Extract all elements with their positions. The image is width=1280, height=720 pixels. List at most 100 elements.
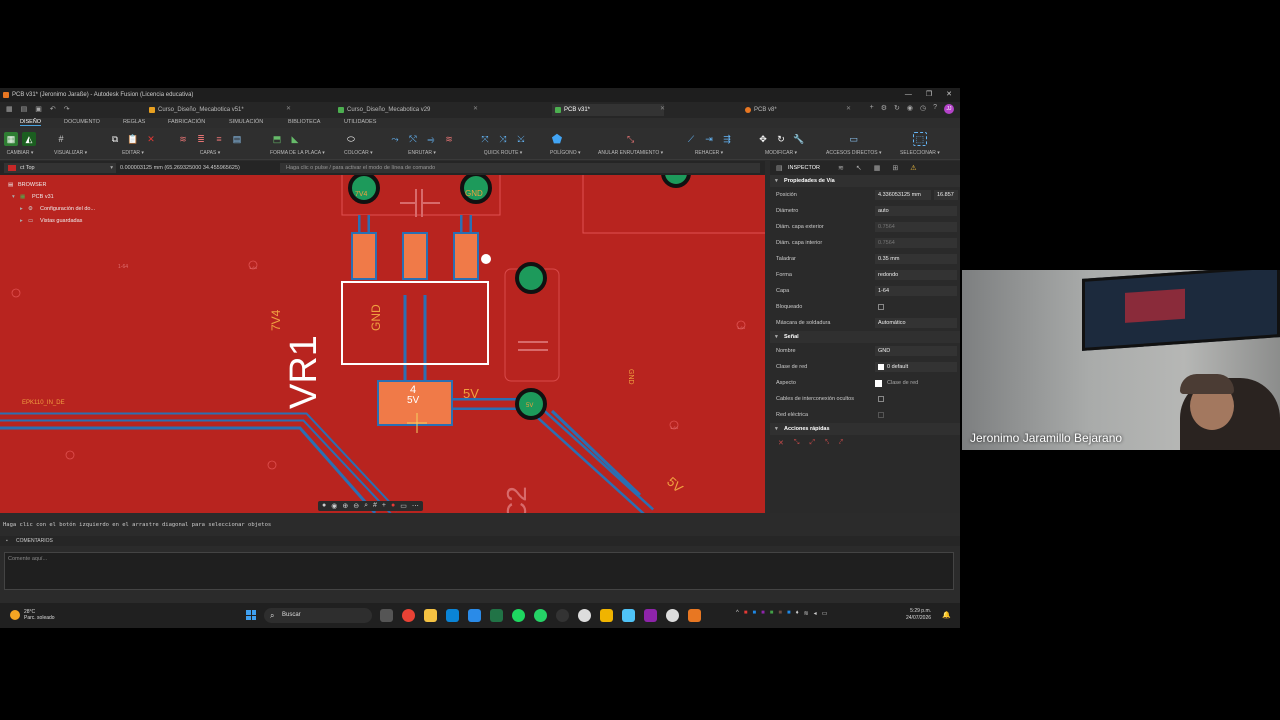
save-icon[interactable]: ▣ (35, 105, 42, 113)
locked-checkbox[interactable] (878, 303, 884, 310)
ribbon-tab-diseno[interactable]: DISEÑO (20, 119, 42, 126)
net-class-select[interactable]: 0 default (875, 362, 957, 372)
zoom-out-icon[interactable]: ⊖ (353, 502, 359, 510)
file-icon[interactable]: ▤ (21, 105, 28, 113)
shortcuts-icon[interactable]: ▭ (847, 132, 861, 146)
tray-app-icon[interactable]: ■ (744, 610, 748, 617)
board-outline-icon[interactable]: ◣ (288, 132, 302, 146)
section-signal[interactable]: Señal (770, 331, 960, 343)
layer-stack-icon[interactable]: ≣ (194, 132, 208, 146)
warning-icon[interactable]: ⚠ (910, 164, 916, 172)
close-tab-icon[interactable]: ✕ (473, 105, 478, 112)
tray-app-icon[interactable]: ■ (761, 610, 765, 617)
select-window-icon[interactable]: ⬚ (912, 132, 927, 146)
diff-pair-icon[interactable]: ⥤ (424, 132, 438, 146)
orbit-icon[interactable]: ● (322, 502, 326, 510)
wrench-icon[interactable]: 🔧 (792, 132, 806, 146)
doc-tab-4[interactable]: PCB v8* (742, 104, 777, 116)
close-tab-icon[interactable]: ✕ (660, 105, 665, 112)
fanout-icon[interactable]: ⤲ (406, 132, 420, 146)
doc-tab-3[interactable]: PCB v31* (552, 104, 664, 116)
stop-icon[interactable]: ● (391, 502, 395, 510)
tray-app-icon[interactable]: ■ (752, 610, 756, 617)
more-icon[interactable]: ⋯ (412, 502, 419, 510)
fusion-taskbar-icon[interactable] (688, 609, 701, 622)
action-icon[interactable]: ⤡ (794, 439, 800, 447)
help-icon[interactable]: ? (933, 104, 937, 114)
shape-select[interactable]: redondo (875, 270, 957, 280)
meander-icon[interactable]: ≋ (442, 132, 456, 146)
clock-icon[interactable]: ◷ (920, 104, 926, 114)
signal-name-field[interactable]: GND (875, 346, 957, 356)
quick-route-icon[interactable]: ⤧ (478, 132, 492, 146)
browser-item-config[interactable]: ▸ ⚙ Configuración del do... (2, 203, 112, 215)
group-seleccionar[interactable]: ⬚ SELECCIONAR ▾ (900, 130, 940, 158)
group-accesos-directos[interactable]: ▭ ACCESOS DIRECTOS ▾ (826, 130, 881, 158)
taskbar-search[interactable]: Buscar (264, 608, 372, 623)
select-filter-icon[interactable]: ↖ (856, 164, 862, 172)
group-quick-route[interactable]: ⤧ ⤨ ⤩ QUICK ROUTE ▾ (478, 130, 528, 158)
ribbon-tab-simulacion[interactable]: SIMULACIÓN (229, 119, 263, 125)
outlook-icon[interactable] (446, 609, 459, 622)
section-quick-actions[interactable]: Acciones rápidas (770, 423, 960, 435)
move-icon[interactable]: ✥ (756, 132, 770, 146)
group-visualizar[interactable]: # VISUALIZAR ▾ (54, 130, 87, 158)
polygon-icon[interactable]: ⬟ (550, 132, 564, 146)
pcb-canvas[interactable]: VR1 C2 5V 5V 7V4 GND EPK110_IN_DE 4 5V 7… (0, 175, 765, 513)
look-icon[interactable]: ◉ (331, 502, 337, 510)
grid-menu-icon[interactable]: ▦ (6, 105, 13, 113)
wifi-icon[interactable]: ≋ (804, 610, 809, 617)
close-icon[interactable]: ✕ (946, 88, 952, 102)
via-gnd-2[interactable] (515, 262, 547, 294)
layer-select[interactable]: ct Top ▾ (4, 163, 116, 173)
doc-tab-2[interactable]: Curso_Diseño_Mecabotica v29 (335, 104, 430, 116)
copy-icon[interactable]: ⧉ (108, 132, 122, 146)
hidden-airwires-checkbox[interactable] (878, 395, 884, 402)
route-icon[interactable]: ⤳ (388, 132, 402, 146)
group-modificar[interactable]: ✥ ↻ 🔧 MODIFICAR ▾ (756, 130, 806, 158)
redo-route-icon[interactable]: ⟋ (684, 132, 698, 146)
solder-mask-select[interactable]: Automático (875, 318, 957, 328)
layers-icon[interactable]: ≋ (176, 132, 190, 146)
via-top-right[interactable] (661, 175, 691, 188)
selection-handle[interactable] (481, 254, 491, 264)
layer-view-icon[interactable]: ▤ (230, 132, 244, 146)
app-icon[interactable] (622, 609, 635, 622)
zoom-in-icon[interactable]: ⌕ (364, 502, 368, 510)
ribbon-tab-fabricacion[interactable]: FABRICACIÓN (168, 119, 205, 125)
section-via-properties[interactable]: Propiedades de Vía (770, 175, 960, 187)
browser-root[interactable]: ▾ ▦ PCB v31 (2, 191, 112, 203)
layer-setting-icon[interactable]: ≡ (212, 132, 226, 146)
user-avatar[interactable]: JJ (944, 104, 954, 114)
extensions-icon[interactable]: ⚙ (881, 104, 887, 114)
action-icon[interactable]: ⤢ (809, 439, 815, 447)
switch-3d-icon[interactable]: ◭ (22, 132, 36, 146)
power-net-checkbox[interactable] (878, 411, 884, 418)
group-enrutar[interactable]: ⤳ ⤲ ⥤ ≋ ENRUTAR ▾ (388, 130, 456, 158)
vr1-body[interactable] (341, 281, 489, 365)
notification-bell-icon[interactable]: 🔔 (942, 611, 951, 619)
app-icon[interactable] (600, 609, 613, 622)
pcb-drawing[interactable]: VR1 C2 5V 5V 7V4 GND EPK110_IN_DE 4 5V 7… (0, 175, 765, 513)
comments-header[interactable]: COMENTARIOS (0, 536, 960, 546)
spotify-icon[interactable] (512, 609, 525, 622)
layer-field[interactable]: 1-64 (875, 286, 957, 296)
minimize-icon[interactable]: — (905, 88, 912, 102)
diameter-field[interactable]: auto (875, 206, 957, 216)
action-icon[interactable]: ⤣ (825, 439, 829, 447)
task-view-icon[interactable] (380, 609, 393, 622)
group-anular-enrutamiento[interactable]: ⤡ ANULAR ENRUTAMIENTO ▾ (598, 130, 663, 158)
tray-app-icon[interactable]: ■ (787, 610, 791, 617)
position-y-field[interactable]: 16.857 (934, 190, 958, 200)
design-check-icon[interactable]: ▦ (874, 164, 881, 172)
group-colocar[interactable]: ⬭ COLOCAR ▾ (344, 130, 373, 158)
tray-app-icon[interactable]: ■ (778, 610, 782, 617)
ribbon-tab-utilidades[interactable]: UTILIDADES (344, 119, 376, 125)
group-capas[interactable]: ≋ ≣ ≡ ▤ CAPAS ▾ (176, 130, 244, 158)
ripup-icon[interactable]: ⤡ (624, 132, 638, 146)
action-icon[interactable]: ⤤ (839, 439, 843, 447)
quick-route-3-icon[interactable]: ⤩ (514, 132, 528, 146)
display-icon[interactable]: ▭ (400, 502, 407, 510)
group-cambiar[interactable]: ▦ ◭ CAMBIAR ▾ (4, 130, 36, 158)
rotate-icon[interactable]: ↻ (774, 132, 788, 146)
